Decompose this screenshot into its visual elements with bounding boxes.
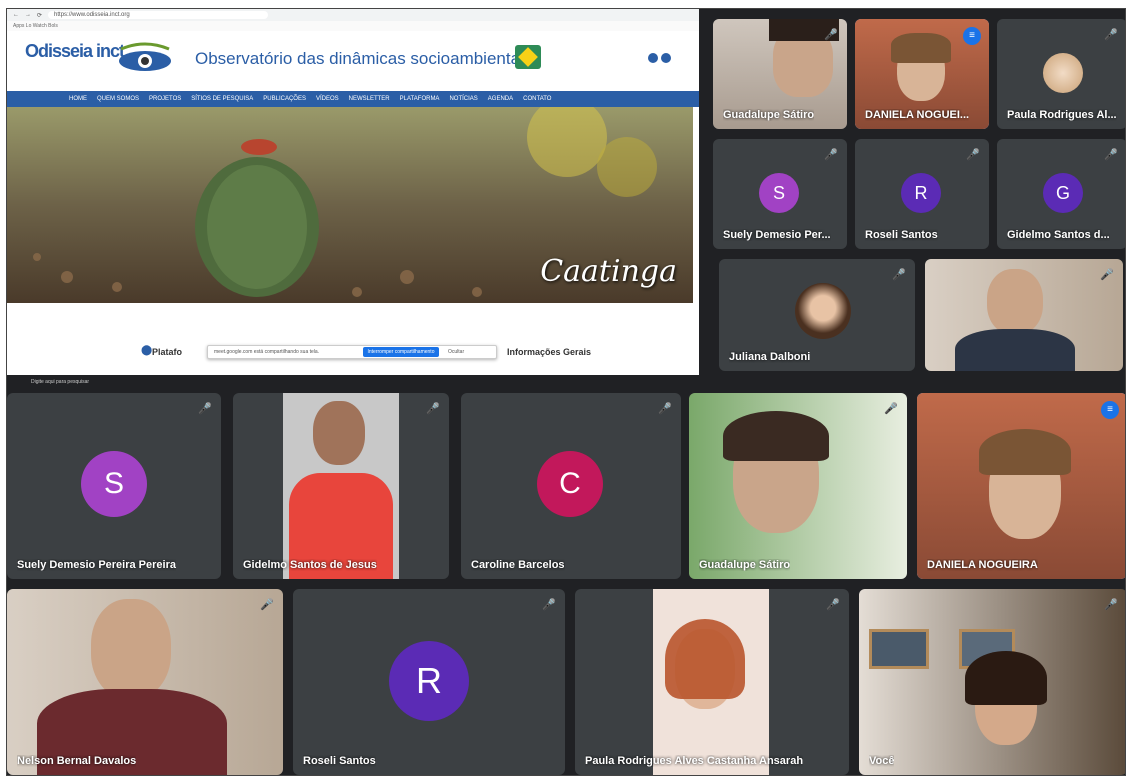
avatar-photo: [795, 283, 851, 339]
site-nav-item[interactable]: PROJETOS: [149, 96, 181, 102]
site-title: Observatório das dinâmicas socioambienta…: [195, 49, 533, 68]
mic-off-icon: 🎤: [1104, 599, 1118, 611]
odyssea-eye-logo: [119, 42, 171, 71]
facebook-icon[interactable]: [648, 53, 658, 63]
participant-name: DANIELA NOGUEIRA: [927, 559, 1038, 571]
participant-name: Suely Demesio Per...: [723, 229, 831, 241]
avatar: S: [81, 451, 147, 517]
mic-off-icon: 🎤: [1104, 29, 1118, 41]
avatar: R: [901, 173, 941, 213]
participant-name: Gidelmo Santos d...: [1007, 229, 1110, 241]
mic-off-icon: 🎤: [426, 403, 440, 415]
reload-icon[interactable]: ⟳: [37, 12, 42, 19]
platform-link[interactable]: Platafo: [152, 347, 182, 357]
stop-sharing-button[interactable]: Interromper compartilhamento: [363, 347, 439, 357]
bookmarks-bar: Apps Lo Watch Bols: [7, 21, 699, 31]
mic-off-icon: 🎤: [658, 403, 672, 415]
site-nav-item[interactable]: HOME: [69, 96, 87, 102]
participant-name: Roseli Santos: [303, 755, 376, 767]
avatar: G: [1043, 173, 1083, 213]
meet-stage: ← → ⟳ https://www.odisseia.inct.org Apps…: [6, 8, 1126, 776]
participant-name: DANIELA NOGUEI...: [865, 109, 970, 121]
participant-name: Guadalupe Sátiro: [699, 559, 791, 571]
speaking-indicator-icon: ≡: [1101, 401, 1119, 419]
tile-top-paula[interactable]: 🎤 Paula Rodrigues Al...: [997, 19, 1125, 129]
mic-off-icon: 🎤: [542, 599, 556, 611]
back-icon[interactable]: ←: [13, 12, 19, 18]
mic-off-icon: 🎤: [1100, 269, 1114, 281]
tile-top-suely[interactable]: S 🎤 Suely Demesio Per...: [713, 139, 847, 249]
mic-off-icon: 🎤: [260, 599, 274, 611]
mic-off-icon: 🎤: [892, 269, 906, 281]
participant-name: Guadalupe Sátiro: [723, 109, 815, 121]
site-header: Odisseia inct Observatório das dinâmicas…: [7, 31, 699, 91]
tile-top-roseli[interactable]: R 🎤 Roseli Santos: [855, 139, 989, 249]
tile-mid-suely[interactable]: S 🎤 Suely Demesio Pereira Pereira: [7, 393, 221, 579]
participant-name: Nelson Bernal Davalos: [17, 755, 137, 767]
participant-name: Roseli Santos: [865, 229, 938, 241]
info-link[interactable]: Informações Gerais: [507, 347, 591, 357]
mic-off-icon: 🎤: [884, 403, 898, 415]
site-nav-item[interactable]: PUBLICAÇÕES: [263, 96, 306, 102]
tile-top-nelson[interactable]: 🎤: [925, 259, 1123, 371]
mic-off-icon: 🎤: [198, 403, 212, 415]
participant-name: Você: [869, 755, 895, 767]
tile-bot-nelson[interactable]: 🎤 Nelson Bernal Davalos: [7, 589, 283, 775]
tile-top-guadalupe[interactable]: 🎤 Guadalupe Sátiro: [713, 19, 847, 129]
mic-off-icon: 🎤: [1104, 149, 1118, 161]
site-nav-item[interactable]: VÍDEOS: [316, 96, 339, 102]
tile-top-juliana[interactable]: 🎤 Juliana Dalboni: [719, 259, 915, 371]
tile-top-daniela[interactable]: ≡ DANIELA NOGUEI...: [855, 19, 989, 129]
taskbar-search[interactable]: Digite aqui para pesquisar: [31, 379, 89, 385]
forward-icon[interactable]: →: [25, 12, 31, 18]
screen-share: ← → ⟳ https://www.odisseia.inct.org Apps…: [7, 9, 699, 389]
odisseia-logo[interactable]: Odisseia inct: [25, 41, 125, 62]
hero-caption: Caatinga: [540, 254, 677, 289]
site-nav-item[interactable]: AGENDA: [488, 96, 513, 102]
mic-off-icon: 🎤: [824, 149, 838, 161]
tile-mid-guadalupe[interactable]: 🎤 Guadalupe Sátiro: [689, 393, 907, 579]
site-nav-item[interactable]: PLATAFORMA: [400, 96, 440, 102]
mic-off-icon: 🎤: [824, 29, 838, 41]
participant-name: Juliana Dalboni: [729, 351, 811, 363]
tile-mid-daniela[interactable]: ≡ DANIELA NOGUEIRA: [917, 393, 1125, 579]
hero-image: Caatinga: [7, 107, 693, 303]
hide-button[interactable]: Ocultar: [448, 346, 464, 358]
avatar: S: [759, 173, 799, 213]
tile-bot-paula[interactable]: 🎤 Paula Rodrigues Alves Castanha Ansarah: [575, 589, 849, 775]
wall-picture: [869, 629, 929, 669]
site-nav-item[interactable]: NOTÍCIAS: [449, 96, 477, 102]
windows-taskbar: Digite aqui para pesquisar: [7, 375, 699, 389]
sharing-notice-text: meet.google.com está compartilhando sua …: [214, 349, 320, 355]
tile-bot-voce[interactable]: 🎤 Você: [859, 589, 1125, 775]
tile-mid-caroline[interactable]: C 🎤 Caroline Barcelos: [461, 393, 681, 579]
participant-name: Paula Rodrigues Alves Castanha Ansarah: [585, 755, 804, 767]
brazil-flag-icon: [515, 45, 541, 69]
participant-name: Paula Rodrigues Al...: [1007, 109, 1117, 121]
sharing-notice-bar: meet.google.com está compartilhando sua …: [207, 345, 497, 359]
site-nav-item[interactable]: QUEM SOMOS: [97, 96, 139, 102]
tile-mid-gidelmo[interactable]: 🎤 Gidelmo Santos de Jesus: [233, 393, 449, 579]
avatar: C: [537, 451, 603, 517]
browser-toolbar: ← → ⟳ https://www.odisseia.inct.org: [7, 9, 699, 21]
site-nav-item[interactable]: SÍTIOS DE PESQUISA: [191, 96, 253, 102]
tile-bot-roseli[interactable]: R 🎤 Roseli Santos: [293, 589, 565, 775]
mic-off-icon: 🎤: [966, 149, 980, 161]
address-bar[interactable]: https://www.odisseia.inct.org: [48, 11, 269, 19]
instagram-icon[interactable]: [661, 53, 671, 63]
avatar-photo: [1043, 53, 1083, 93]
mic-off-icon: 🎤: [826, 599, 840, 611]
tile-top-gidelmo[interactable]: G 🎤 Gidelmo Santos d...: [997, 139, 1125, 249]
speaking-indicator-icon: ≡: [963, 27, 981, 45]
social-links: [648, 53, 671, 63]
site-nav: HOME QUEM SOMOS PROJETOS SÍTIOS DE PESQUISA…: [7, 91, 699, 107]
site-nav-item[interactable]: NEWSLETTER: [349, 96, 390, 102]
site-bottom-row: ⬤ Platafo Informações Gerais meet.google…: [7, 309, 693, 375]
avatar: R: [389, 641, 469, 721]
pin-icon: ⬤: [141, 345, 153, 356]
participant-name: Caroline Barcelos: [471, 559, 565, 571]
participant-name: Gidelmo Santos de Jesus: [243, 559, 377, 571]
site-nav-item[interactable]: CONTATO: [523, 96, 551, 102]
participant-name: Suely Demesio Pereira Pereira: [17, 559, 176, 571]
